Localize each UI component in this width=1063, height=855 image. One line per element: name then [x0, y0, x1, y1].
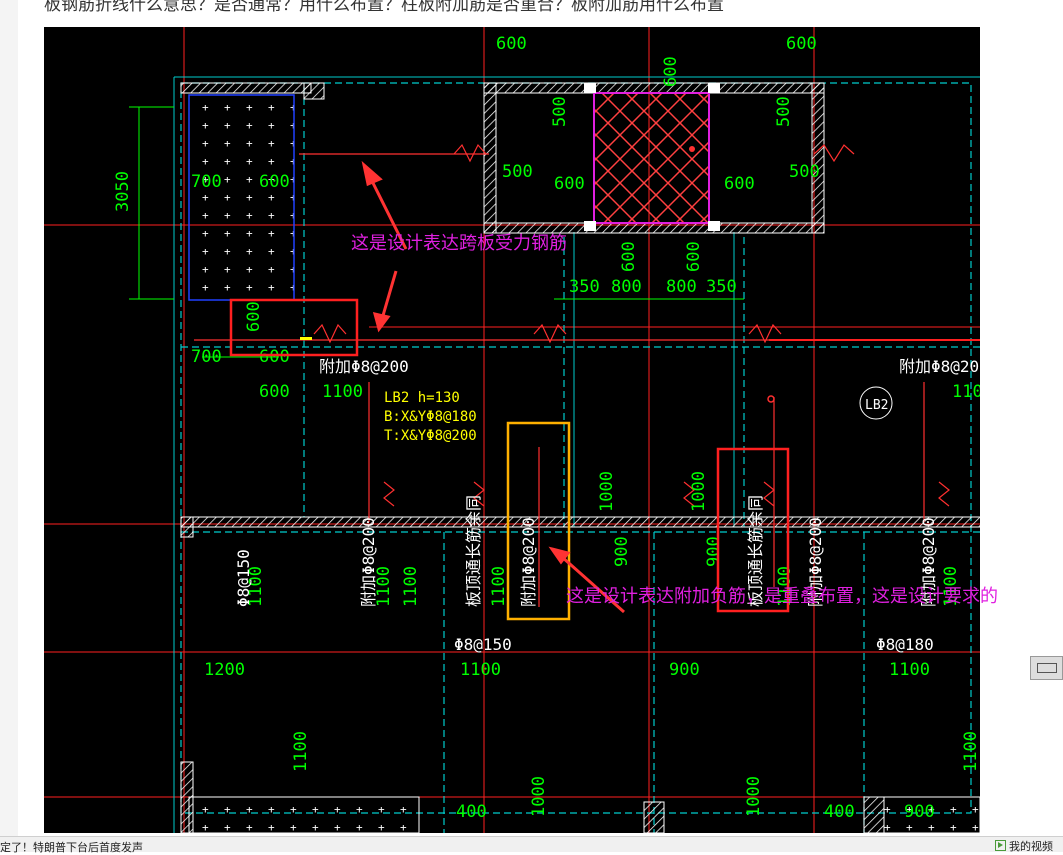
dim-text: 500 — [774, 96, 794, 127]
dim-text: 1000 — [529, 776, 549, 817]
annotation-additional-rebar: 这是设计表达附加负筋，是重叠布置，这是设计要求的 — [566, 586, 998, 607]
rebar-label: 附加Φ8@200 — [519, 517, 538, 607]
dim-text: 1100 — [889, 660, 930, 680]
dim-text: 400 — [456, 802, 487, 822]
dim-text: 600 — [724, 174, 755, 194]
dim-text: 800 — [611, 277, 642, 297]
lb2-label: LB2 h=130 — [384, 390, 460, 406]
dim-text: 900 — [704, 536, 724, 567]
rebar-label: 附加Φ8@200 — [359, 517, 378, 607]
rebar-label: Φ8@150 — [234, 549, 253, 607]
dim-text: 600 — [786, 34, 817, 54]
dim-text: 600 — [259, 382, 290, 402]
dim-text: 600 — [259, 347, 290, 367]
dim-text: 1100 — [291, 731, 311, 772]
dim-text: 600 — [244, 301, 264, 332]
dim-text: 1100 — [322, 382, 363, 402]
dim-text: 1100 — [961, 731, 980, 772]
dim-text: 600 — [496, 34, 527, 54]
dim-text: 1200 — [204, 660, 245, 680]
dim-text: 500 — [550, 96, 570, 127]
dim-text: 500 — [789, 162, 820, 182]
dim-text: 400 — [824, 802, 855, 822]
dim-text: 350 — [706, 277, 737, 297]
dim-text: 1000 — [744, 776, 764, 817]
lb2-bottom-rebar: B:X&YΦ8@180 — [384, 409, 477, 425]
dim-text: 700 — [191, 172, 222, 192]
dim-text: 1100 — [952, 382, 980, 402]
dim-text: 600 — [554, 174, 585, 194]
lb2-tag: LB2 — [865, 398, 888, 413]
dim-text: 1100 — [460, 660, 501, 680]
rebar-label: 附加Φ8@200 — [319, 357, 409, 376]
status-bar: 定了！特朗普下台后首度发声 我的视频 — [0, 836, 1063, 855]
rebar-label: 附加Φ8@20 — [899, 357, 979, 376]
dim-text: 600 — [684, 241, 704, 272]
cad-drawing-image: + — [44, 27, 980, 833]
dim-text: 900 — [612, 536, 632, 567]
lb2-top-rebar: T:X&YΦ8@200 — [384, 428, 477, 444]
dim-text: 600 — [259, 172, 290, 192]
dim-text: 1100 — [401, 566, 421, 607]
video-play-icon — [995, 840, 1006, 851]
dim-text: 500 — [502, 162, 533, 182]
dim-text: 600 — [619, 241, 639, 272]
my-videos-label: 我的视频 — [1009, 840, 1053, 853]
dim-text: 700 — [191, 347, 222, 367]
dim-text: 1100 — [489, 566, 509, 607]
dim-text: 600 — [661, 56, 681, 87]
dim-text: 800 — [666, 277, 697, 297]
browser-side-strip — [0, 0, 18, 836]
rebar-label: Φ8@150 — [454, 635, 512, 654]
dim-text: 350 — [569, 277, 600, 297]
dim-text: 900 — [904, 802, 935, 822]
dim-text: 1000 — [597, 471, 617, 512]
dim-text: 3050 — [113, 171, 133, 212]
rebar-label: Φ8@180 — [876, 635, 934, 654]
keyboard-icon[interactable] — [1030, 656, 1063, 680]
dim-text: 900 — [669, 660, 700, 680]
news-ticker-link[interactable]: 定了！特朗普下台后首度发声 — [0, 839, 143, 855]
page-question-title: 板钢筋折线什么意思？是否通常？用什么布置？柱板附加筋是否重合？板附加筋用什么布置 — [44, 0, 724, 15]
annotation-span-rebar: 这是设计表达跨板受力钢筋 — [351, 233, 567, 254]
rebar-label: 板顶通长筋余同 — [464, 495, 483, 607]
dim-text: 1000 — [689, 471, 709, 512]
